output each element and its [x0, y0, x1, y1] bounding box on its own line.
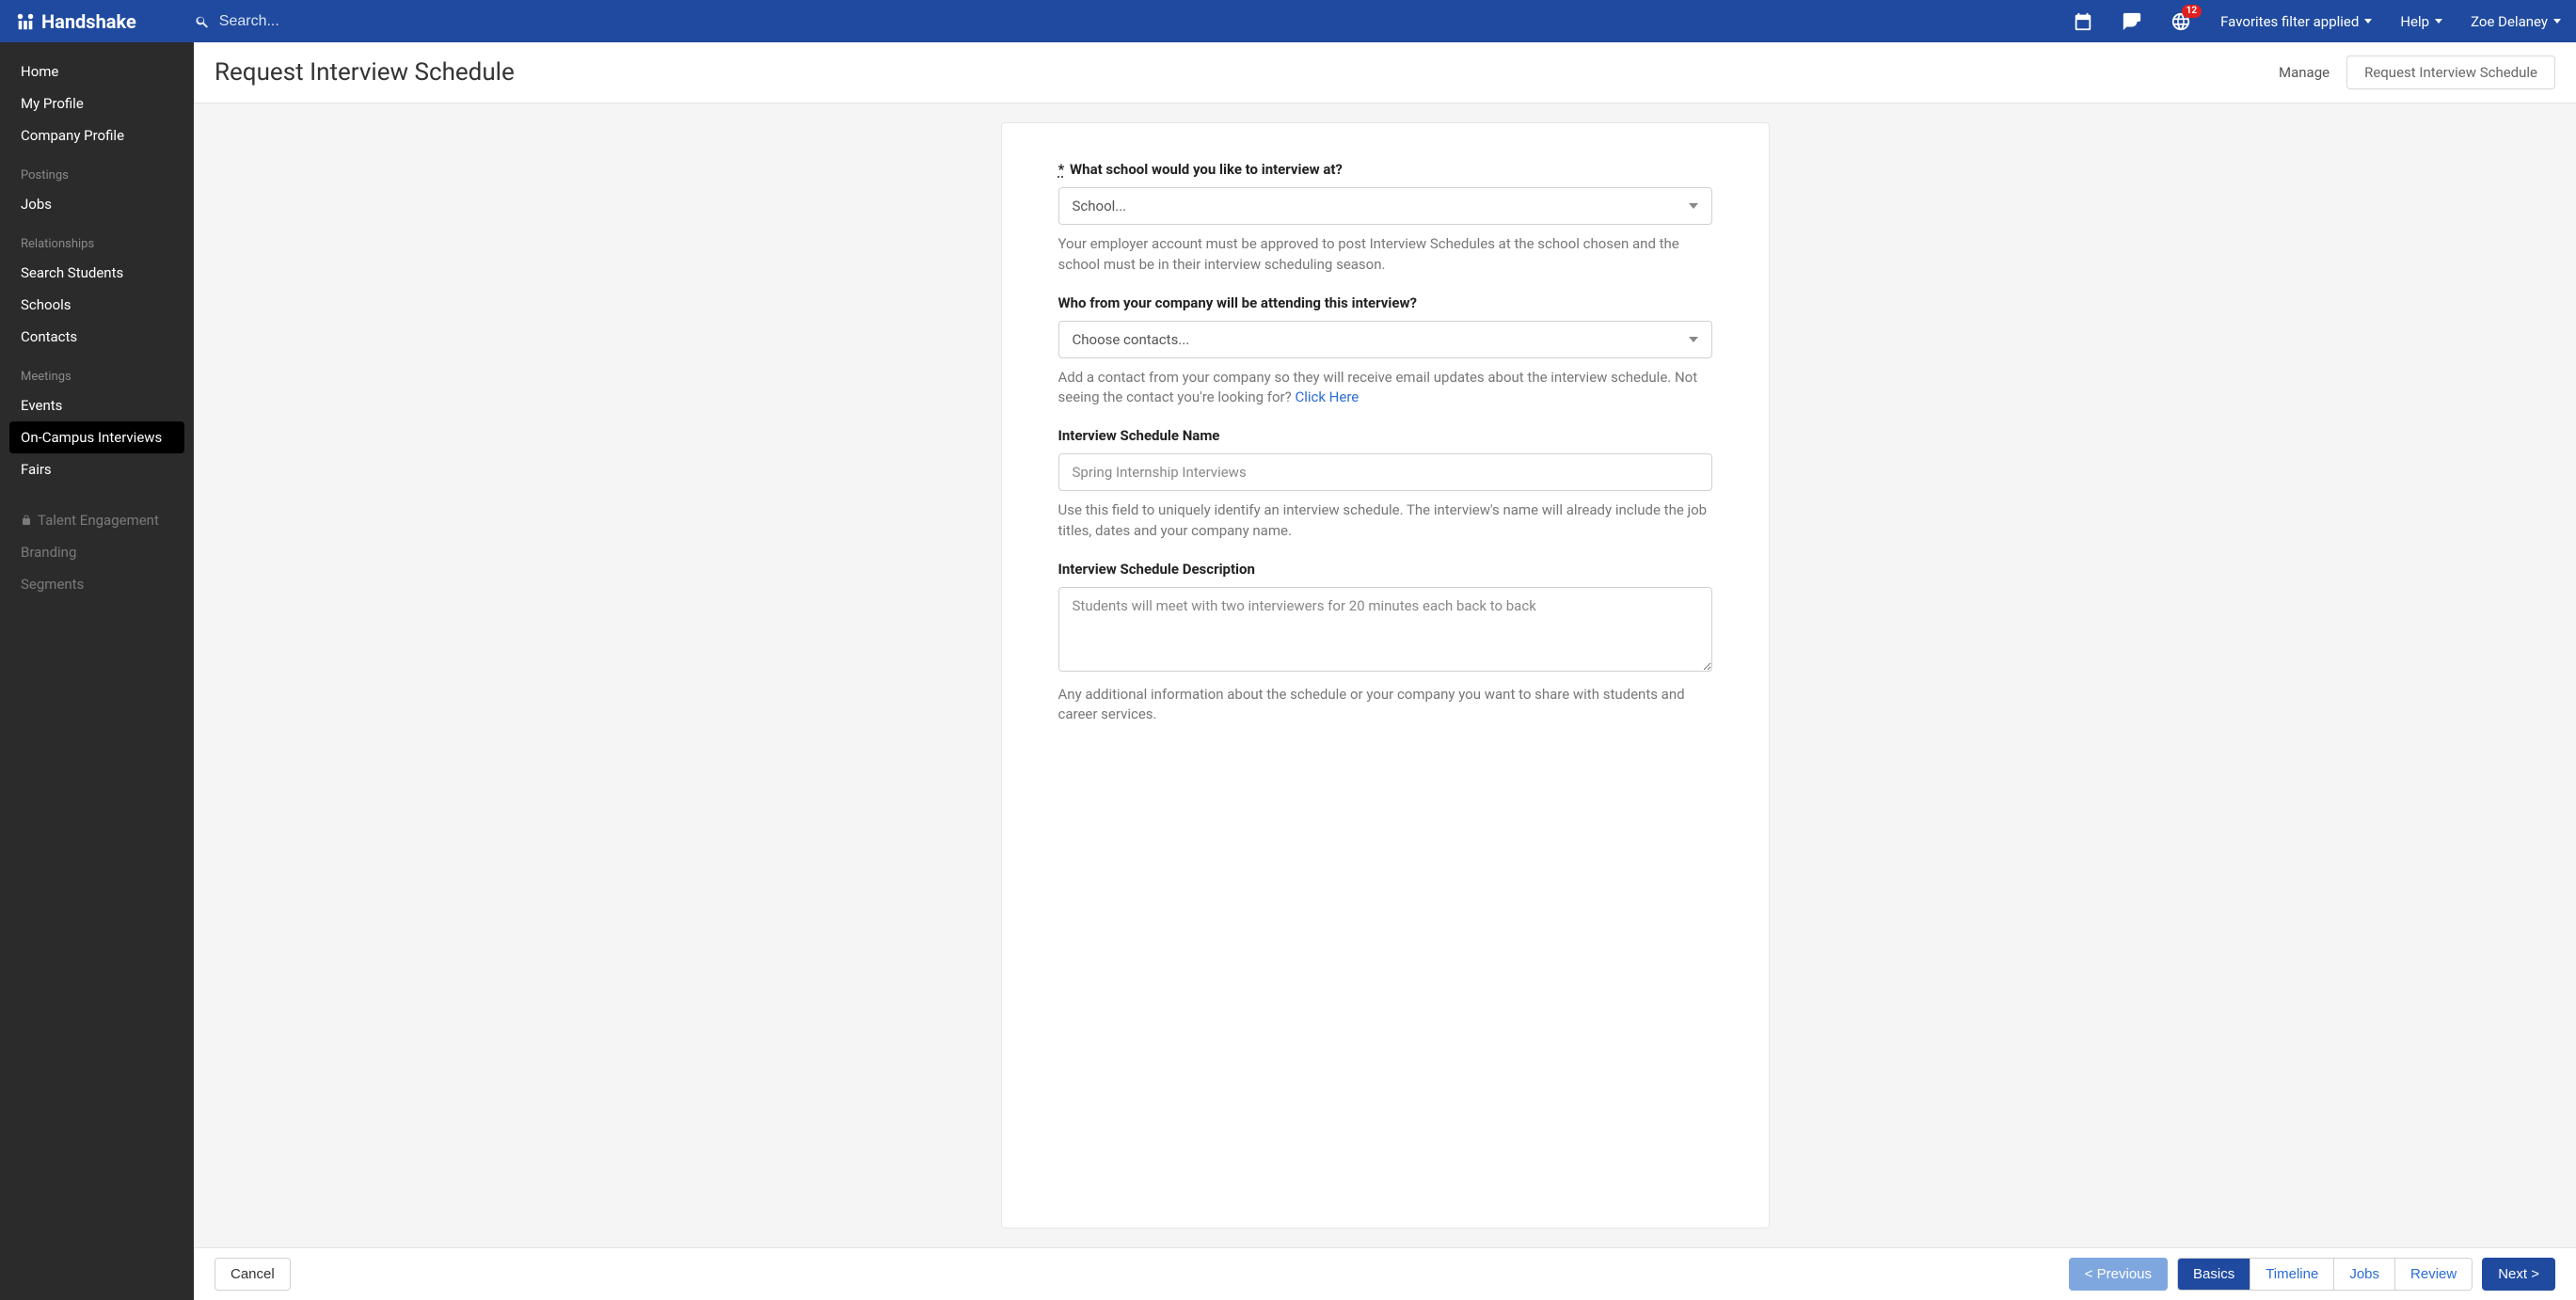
school-label: * What school would you like to intervie… [1058, 161, 1712, 178]
sidebar-item-events[interactable]: Events [0, 389, 194, 421]
contacts-label: Who from your company will be attending … [1058, 294, 1712, 311]
sidebar-item-jobs[interactable]: Jobs [0, 188, 194, 220]
topbar: Handshake 12 Favorites filter applied He… [0, 0, 2576, 42]
contacts-select-placeholder: Choose contacts... [1073, 331, 1190, 348]
sidebar-item-schools[interactable]: Schools [0, 289, 194, 321]
sidebar-item-my-profile[interactable]: My Profile [0, 87, 194, 119]
search-wrap [195, 13, 501, 30]
messages-button[interactable] [2121, 10, 2143, 33]
search-input[interactable] [219, 13, 501, 30]
next-button[interactable]: Next > [2482, 1258, 2555, 1291]
schedule-name-label: Interview Schedule Name [1058, 427, 1712, 444]
step-review[interactable]: Review [2395, 1259, 2472, 1290]
sidebar-item-talent-engagement: Talent Engagement [0, 504, 194, 536]
tab-manage[interactable]: Manage [2262, 56, 2346, 88]
schedule-name-help: Use this field to uniquely identify an i… [1058, 500, 1712, 542]
logo[interactable]: Handshake [15, 10, 136, 33]
school-select[interactable]: School... [1058, 187, 1712, 225]
chevron-down-icon [1689, 203, 1698, 209]
chevron-down-icon [2553, 19, 2561, 24]
contacts-select[interactable]: Choose contacts... [1058, 321, 1712, 358]
sidebar-item-company-profile[interactable]: Company Profile [0, 119, 194, 151]
school-select-placeholder: School... [1073, 198, 1127, 214]
handshake-icon [15, 11, 36, 32]
lock-icon [21, 515, 32, 526]
favorites-filter-dropdown[interactable]: Favorites filter applied [2220, 13, 2372, 30]
sidebar-section-postings: Postings [0, 151, 194, 188]
schedule-desc-label: Interview Schedule Description [1058, 561, 1712, 578]
topbar-links: Favorites filter applied Help Zoe Delane… [2220, 13, 2561, 30]
content: * What school would you like to intervie… [194, 103, 2576, 1247]
step-timeline[interactable]: Timeline [2250, 1259, 2334, 1290]
previous-button[interactable]: < Previous [2069, 1258, 2168, 1291]
search-icon [195, 14, 210, 29]
chevron-down-icon [2364, 19, 2372, 24]
schedule-desc-help: Any additional information about the sch… [1058, 685, 1712, 726]
tab-request-interview-schedule[interactable]: Request Interview Schedule [2346, 55, 2555, 89]
sidebar-item-fairs[interactable]: Fairs [0, 453, 194, 485]
header-bar: Request Interview Schedule Manage Reques… [194, 42, 2576, 103]
notifications-button[interactable]: 12 [2170, 10, 2192, 33]
cancel-button[interactable]: Cancel [215, 1258, 291, 1291]
sidebar-item-contacts[interactable]: Contacts [0, 321, 194, 353]
topbar-icons: 12 [2072, 10, 2192, 33]
sidebar-section-meetings: Meetings [0, 353, 194, 389]
form-card: * What school would you like to intervie… [1001, 122, 1770, 1229]
header-tabs: Manage Request Interview Schedule [2262, 55, 2555, 89]
sidebar-section-relationships: Relationships [0, 220, 194, 257]
page-title: Request Interview Schedule [215, 58, 515, 87]
contacts-help: Add a contact from your company so they … [1058, 368, 1712, 409]
step-jobs[interactable]: Jobs [2334, 1259, 2395, 1290]
calendar-icon [2073, 11, 2093, 32]
sidebar-item-home[interactable]: Home [0, 55, 194, 87]
chat-icon [2122, 11, 2142, 32]
step-group: Basics Timeline Jobs Review [2177, 1258, 2473, 1291]
chevron-down-icon [2435, 19, 2442, 24]
sidebar-item-on-campus-interviews[interactable]: On-Campus Interviews [9, 421, 184, 453]
school-help: Your employer account must be approved t… [1058, 234, 1712, 276]
brand-name: Handshake [41, 10, 136, 33]
sidebar-item-segments: Segments [0, 568, 194, 600]
main: Request Interview Schedule Manage Reques… [194, 42, 2576, 1300]
sidebar-item-search-students[interactable]: Search Students [0, 257, 194, 289]
sidebar-item-branding: Branding [0, 536, 194, 568]
footer-bar: Cancel < Previous Basics Timeline Jobs R… [194, 1247, 2576, 1300]
step-basics[interactable]: Basics [2178, 1259, 2250, 1290]
notification-badge: 12 [2182, 5, 2202, 18]
sidebar: Home My Profile Company Profile Postings… [0, 42, 194, 1300]
click-here-link[interactable]: Click Here [1295, 388, 1359, 405]
help-dropdown[interactable]: Help [2400, 13, 2442, 30]
chevron-down-icon [1689, 337, 1698, 342]
user-dropdown[interactable]: Zoe Delaney [2471, 13, 2561, 30]
schedule-name-input[interactable] [1058, 453, 1712, 491]
schedule-desc-textarea[interactable] [1058, 587, 1712, 672]
calendar-button[interactable] [2072, 10, 2094, 33]
